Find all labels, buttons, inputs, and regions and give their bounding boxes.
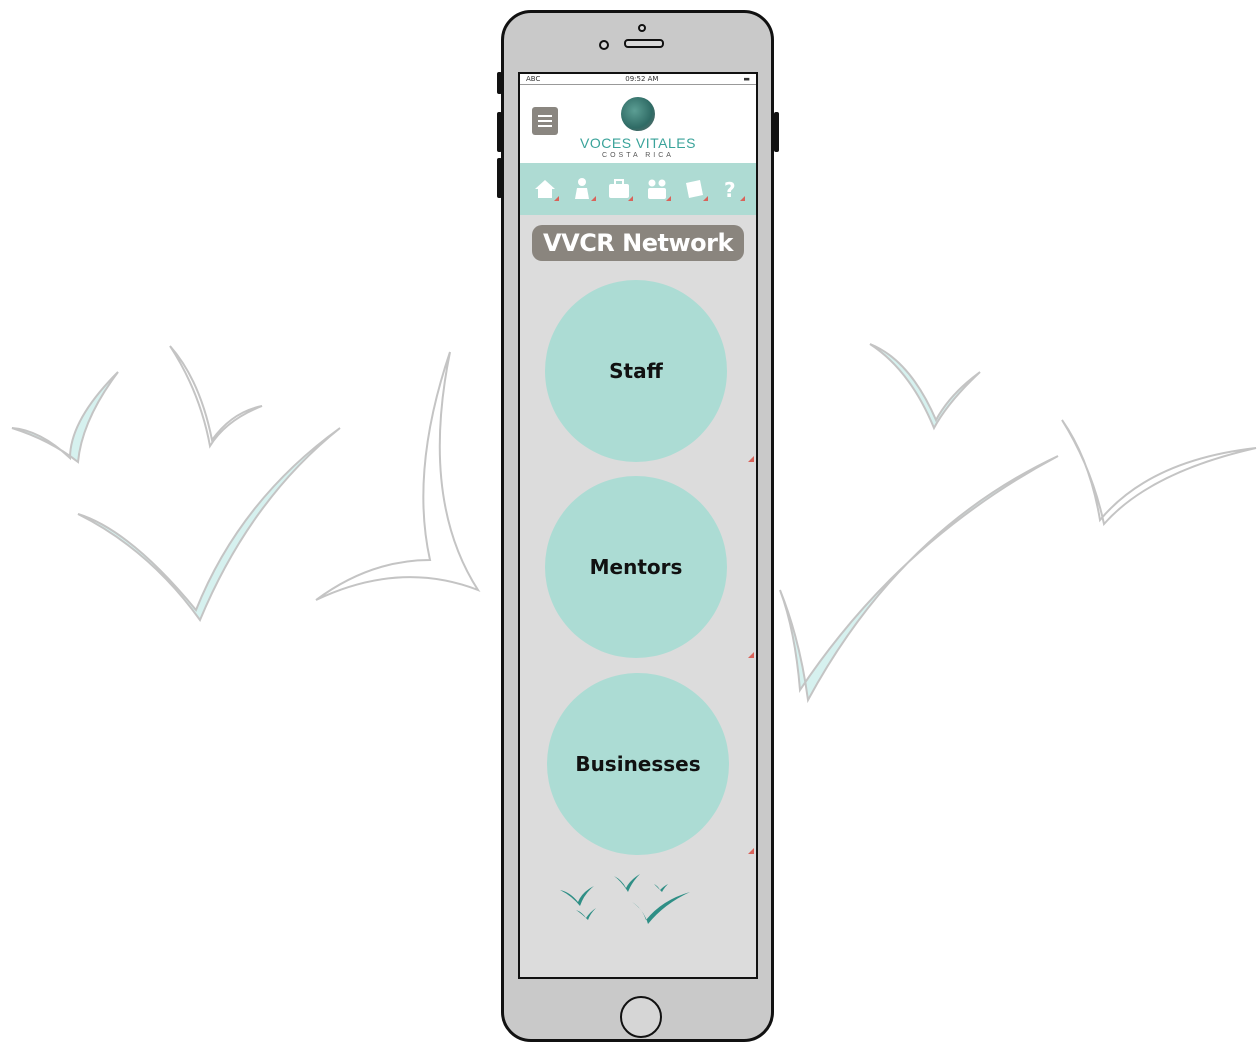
- footer-birds-icon: [560, 874, 690, 924]
- staff-button[interactable]: Staff: [545, 280, 727, 462]
- status-bar: ABC 09:52 AM ▬: [520, 74, 756, 85]
- briefcase-icon[interactable]: [607, 177, 634, 201]
- phone-volume-down[interactable]: [497, 158, 502, 198]
- logo-title: VOCES VITALES: [580, 135, 696, 151]
- bird-left-1: [11, 371, 119, 464]
- staff-arrow-icon: [748, 456, 754, 462]
- app-header: VOCES VITALES COSTA RICA: [520, 85, 756, 163]
- logo-subtitle: COSTA RICA: [602, 152, 674, 159]
- nav-bar: ?: [520, 163, 756, 215]
- phone-home-button[interactable]: [620, 996, 662, 1038]
- logo-icon: [621, 97, 655, 131]
- phone-screen: ABC 09:52 AM ▬ VOCES VITALES COSTA RICA: [518, 72, 758, 979]
- battery-icon: ▬: [743, 75, 750, 83]
- person-icon[interactable]: [570, 177, 596, 201]
- bird-left-4: [315, 351, 481, 601]
- phone-mute-switch[interactable]: [497, 72, 502, 94]
- bird-right-1: [869, 343, 981, 431]
- bird-left-3: [77, 427, 341, 623]
- group-icon[interactable]: [645, 177, 671, 201]
- bird-left-2: [169, 345, 263, 449]
- phone-sensor: [638, 24, 646, 32]
- page-title: VVCR Network: [532, 225, 744, 261]
- mentors-arrow-icon: [748, 652, 754, 658]
- hamburger-icon[interactable]: [532, 107, 558, 135]
- home-icon[interactable]: [533, 177, 559, 201]
- phone-camera: [599, 40, 609, 50]
- bird-right-3: [779, 455, 1059, 704]
- phone-power-button[interactable]: [774, 112, 779, 152]
- mentors-button[interactable]: Mentors: [545, 476, 727, 658]
- bird-right-2: [1061, 419, 1257, 527]
- help-icon[interactable]: ?: [719, 177, 746, 201]
- svg-text:?: ?: [724, 178, 736, 201]
- phone-speaker: [624, 39, 664, 48]
- businesses-button[interactable]: Businesses: [547, 673, 729, 855]
- clock-label: 09:52 AM: [625, 75, 659, 83]
- businesses-arrow-icon: [748, 848, 754, 854]
- document-icon[interactable]: [682, 177, 708, 201]
- phone-volume-up[interactable]: [497, 112, 502, 152]
- carrier-label: ABC: [526, 75, 541, 83]
- stage: ABC 09:52 AM ▬ VOCES VITALES COSTA RICA: [0, 0, 1259, 1046]
